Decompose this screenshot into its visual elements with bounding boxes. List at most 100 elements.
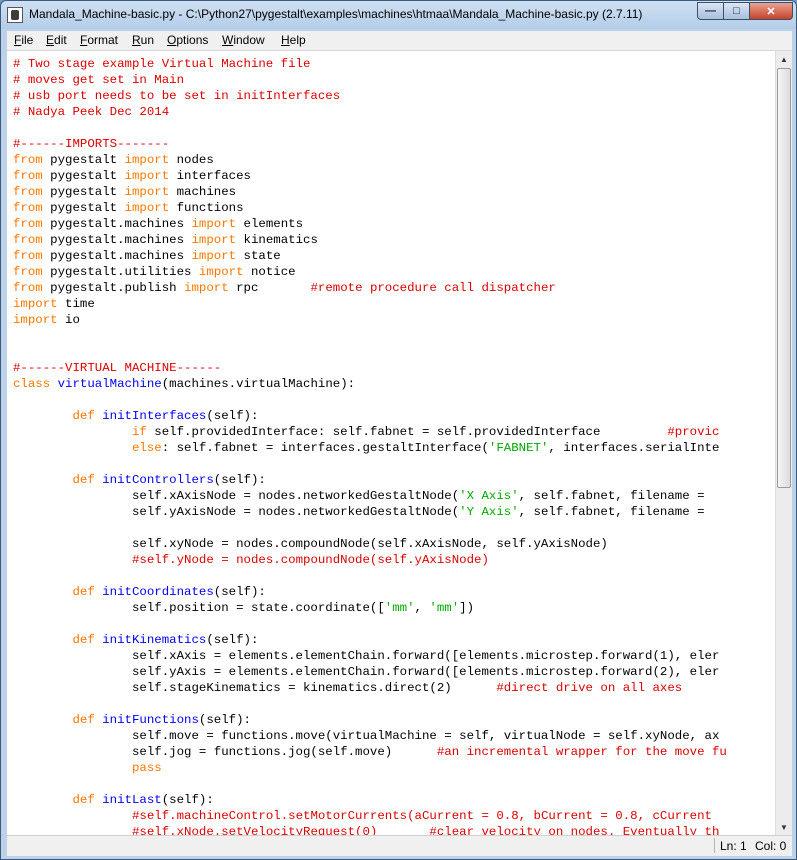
code-token: from bbox=[13, 249, 43, 263]
idle-editor-window: Mandala_Machine-basic.py - C:\Python27\p… bbox=[0, 0, 797, 860]
menu-window[interactable]: Window bbox=[222, 33, 265, 47]
code-token: 'Y Axis' bbox=[459, 505, 519, 519]
code-token: def bbox=[72, 713, 95, 727]
title-bar[interactable]: Mandala_Machine-basic.py - C:\Python27\p… bbox=[1, 1, 796, 29]
code-token: def bbox=[72, 793, 95, 807]
window-title: Mandala_Machine-basic.py - C:\Python27\p… bbox=[29, 7, 643, 21]
code-token: notice bbox=[243, 265, 296, 279]
close-button[interactable]: ✕ bbox=[749, 2, 793, 20]
code-token: self.jog = functions.jog(self.move) bbox=[13, 745, 437, 759]
code-token: pygestalt.machines bbox=[42, 233, 192, 247]
code-token: virtualMachine bbox=[57, 377, 162, 391]
code-line: from pygestalt.utilities import notice bbox=[13, 264, 296, 280]
code-token: ]) bbox=[459, 601, 475, 615]
code-token: import bbox=[191, 233, 237, 247]
code-line: def initFunctions(self): bbox=[13, 712, 251, 728]
code-token: import bbox=[124, 185, 170, 199]
code-token: , interfaces.serialInte bbox=[548, 441, 720, 455]
code-token: import bbox=[124, 201, 170, 215]
code-token: # moves get set in Main bbox=[13, 73, 185, 87]
code-token: import bbox=[13, 297, 58, 311]
code-line: self.xAxisNode = nodes.networkedGestaltN… bbox=[13, 488, 705, 504]
code-line: # moves get set in Main bbox=[13, 72, 184, 88]
code-line: #------IMPORTS------- bbox=[13, 136, 169, 152]
code-token: pygestalt.utilities bbox=[42, 265, 199, 279]
code-token: initFunctions bbox=[102, 713, 199, 727]
code-token: machines bbox=[169, 185, 237, 199]
code-line: def initCoordinates(self): bbox=[13, 584, 266, 600]
code-token: def bbox=[72, 633, 95, 647]
code-token: (self): bbox=[206, 633, 259, 647]
code-line: from pygestalt import functions bbox=[13, 200, 244, 216]
code-token: (self): bbox=[206, 409, 259, 423]
code-line: def initInterfaces(self): bbox=[13, 408, 259, 424]
code-token: #------IMPORTS------- bbox=[13, 137, 170, 151]
code-line: #self.xNode.setVelocityRequest(0) #clear… bbox=[13, 824, 719, 835]
menu-edit[interactable]: Edit bbox=[46, 33, 67, 47]
code-token: self.yAxis = elements.elementChain.forwa… bbox=[13, 665, 720, 679]
code-token: elements bbox=[236, 217, 304, 231]
code-token: pass bbox=[131, 761, 162, 775]
code-token: 'mm' bbox=[384, 601, 415, 615]
code-line: else: self.fabnet = interfaces.gestaltIn… bbox=[13, 440, 719, 456]
code-token: pygestalt bbox=[42, 185, 125, 199]
menu-run[interactable]: Run bbox=[132, 33, 154, 47]
code-token: , bbox=[414, 601, 430, 615]
code-line: from pygestalt.publish import rpc #remot… bbox=[13, 280, 556, 296]
minimize-button[interactable]: — bbox=[697, 2, 724, 20]
code-token: from bbox=[13, 281, 43, 295]
code-token: pygestalt.machines bbox=[42, 217, 192, 231]
code-line: def initKinematics(self): bbox=[13, 632, 259, 648]
maximize-button[interactable]: □ bbox=[723, 2, 750, 20]
menu-bar: File Edit Format Run Options Window Help bbox=[7, 31, 792, 51]
menu-file[interactable]: File bbox=[14, 33, 33, 47]
code-token: def bbox=[72, 473, 95, 487]
code-token: 'FABNET' bbox=[488, 441, 549, 455]
code-token: #an incremental wrapper for the move fu bbox=[436, 745, 727, 759]
scroll-up-icon[interactable]: ▲ bbox=[776, 51, 792, 67]
code-token: import bbox=[124, 169, 170, 183]
code-token: (self): bbox=[213, 585, 266, 599]
menu-help[interactable]: Help bbox=[281, 33, 306, 47]
code-token: nodes bbox=[169, 153, 214, 167]
code-line: from pygestalt.machines import elements bbox=[13, 216, 303, 232]
code-token: # Nadya Peek Dec 2014 bbox=[13, 105, 170, 119]
code-token: import bbox=[124, 153, 170, 167]
vertical-scrollbar[interactable]: ▲ ▼ bbox=[775, 51, 792, 835]
code-line: pass bbox=[13, 760, 162, 776]
code-token: #self.yNode = nodes.compoundNode(self.yA… bbox=[131, 553, 489, 567]
code-line: self.position = state.coordinate(['mm', … bbox=[13, 600, 474, 616]
code-token: def bbox=[72, 585, 95, 599]
code-token: interfaces bbox=[169, 169, 251, 183]
menu-options[interactable]: Options bbox=[167, 33, 208, 47]
code-token: #------VIRTUAL MACHINE------ bbox=[13, 361, 222, 375]
menu-format[interactable]: Format bbox=[80, 33, 118, 47]
code-token: io bbox=[57, 313, 80, 327]
code-token: import bbox=[13, 313, 58, 327]
code-token: 'X Axis' bbox=[459, 489, 519, 503]
code-line: self.xyNode = nodes.compoundNode(self.xA… bbox=[13, 536, 608, 552]
code-token: #direct drive on all axes bbox=[496, 681, 683, 695]
code-line: class virtualMachine(machines.virtualMac… bbox=[13, 376, 355, 392]
code-token: self.yAxisNode = nodes.networkedGestaltN… bbox=[13, 505, 460, 519]
code-token: pygestalt bbox=[42, 169, 125, 183]
code-token: def bbox=[72, 409, 95, 423]
code-token: pygestalt bbox=[42, 153, 125, 167]
code-token: import bbox=[184, 281, 229, 295]
code-token: self.xAxisNode = nodes.networkedGestaltN… bbox=[13, 489, 460, 503]
scroll-thumb[interactable] bbox=[777, 68, 791, 488]
scroll-down-icon[interactable]: ▼ bbox=[776, 819, 792, 835]
code-line: from pygestalt import machines bbox=[13, 184, 236, 200]
code-token: from bbox=[13, 153, 43, 167]
code-line: from pygestalt.machines import state bbox=[13, 248, 281, 264]
code-token: initKinematics bbox=[102, 633, 207, 647]
code-token: #self.xNode.setVelocityRequest(0) #clear… bbox=[131, 825, 720, 835]
code-line: #self.yNode = nodes.compoundNode(self.yA… bbox=[13, 552, 489, 568]
code-line: import io bbox=[13, 312, 80, 328]
code-token: (self): bbox=[161, 793, 214, 807]
code-editor[interactable]: # Two stage example Virtual Machine file… bbox=[7, 51, 775, 835]
